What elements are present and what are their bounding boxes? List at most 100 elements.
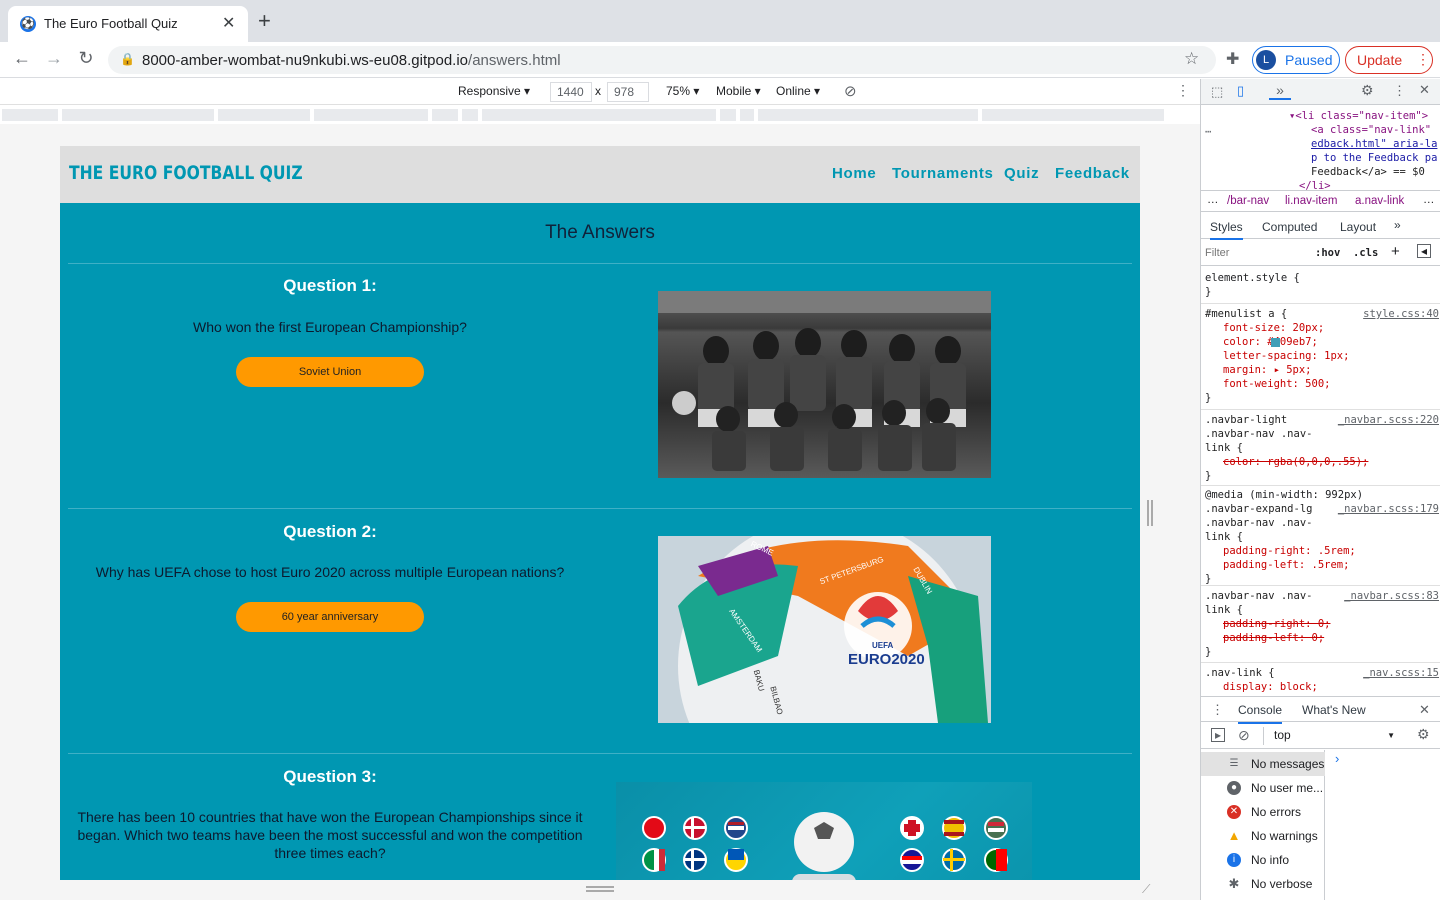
rule-selector[interactable]: .navbar-light .navbar-nav .nav-link { [1205,414,1312,454]
url-text[interactable]: 8000-amber-wombat-nu9nkubi.ws-eu08.gitpo… [142,52,561,69]
zoom-dropdown[interactable]: 75% ▾ [666,84,699,98]
answer-1-button[interactable]: Soviet Union [236,357,424,387]
ruler-segment[interactable] [720,109,738,121]
ruler-segment[interactable] [982,109,1166,121]
back-arrow-icon[interactable]: ← [10,48,34,69]
dom-line[interactable]: ▾<li class="nav-item"> [1289,109,1428,123]
devtools-menu-icon[interactable]: ⋮ [1393,83,1406,99]
breadcrumb-item[interactable]: … [1207,194,1219,206]
console-settings-icon[interactable]: ⚙ [1417,726,1430,743]
rule-source-link[interactable]: _nav.scss:15 [1363,666,1439,680]
rule-selector[interactable]: .nav-link { [1205,667,1275,679]
console-filter-warnings[interactable]: ▲ No warnings [1201,824,1325,848]
clear-console-icon[interactable]: ⊘ [1238,727,1250,744]
css-prop-overridden[interactable]: padding-left: 0; [1205,631,1439,645]
styles-filter-input[interactable] [1205,244,1305,262]
console-prompt-icon[interactable]: › [1335,751,1339,766]
dom-line[interactable]: edback.html" aria-la [1311,137,1437,151]
close-devtools-icon[interactable]: ✕ [1419,82,1430,98]
css-prop[interactable]: font-size: 20px; [1205,321,1439,335]
forward-arrow-icon[interactable]: → [42,48,66,69]
css-prop[interactable]: letter-spacing: 1px; [1205,349,1439,363]
profile-paused-button[interactable]: L Paused [1252,46,1340,74]
rule-source-link[interactable]: _navbar.scss:83 [1344,589,1439,603]
width-input[interactable]: 1440 [550,82,592,102]
css-prop[interactable]: margin: ▸ 5px; [1205,363,1439,377]
ruler-segment[interactable] [758,109,980,121]
css-prop[interactable]: display: block; [1205,680,1439,694]
new-tab-button[interactable]: + [258,10,271,32]
resize-handle-right[interactable] [1147,500,1153,526]
nav-quiz[interactable]: Quiz [1004,165,1039,182]
bookmark-star-icon[interactable]: ☆ [1184,49,1199,69]
rule-selector[interactable]: .navbar-expand-lg .navbar-nav .nav-link … [1205,502,1321,544]
ruler-segment[interactable] [2,109,60,121]
css-prop[interactable]: font-weight: 500; [1205,377,1439,391]
dom-line[interactable]: p to the Feedback pa [1311,151,1437,165]
rule-source-link[interactable]: _navbar.scss:179 [1338,502,1439,516]
ruler-segment[interactable] [740,109,756,121]
device-type-dropdown[interactable]: Mobile ▾ [716,84,761,98]
element-style-rule[interactable]: element.style { [1205,271,1439,285]
resize-handle-bottom[interactable] [586,886,614,892]
site-brand[interactable]: THE EURO FOOTBALL QUIZ [69,162,303,184]
cls-toggle[interactable]: .cls [1353,247,1378,259]
tab-whats-new[interactable]: What's New [1302,703,1366,717]
reload-icon[interactable]: ↻ [74,48,98,69]
tab-computed[interactable]: Computed [1262,220,1317,234]
ruler-segment[interactable] [314,109,430,121]
rotate-icon[interactable]: ⊘ [844,82,857,100]
breadcrumb-item[interactable]: li.nav-item [1285,195,1337,207]
tab-layout[interactable]: Layout [1340,220,1376,234]
ruler-segment[interactable] [462,109,480,121]
breadcrumb-item[interactable]: /bar-nav [1227,195,1269,207]
rule-source-link[interactable]: _navbar.scss:220 [1338,413,1439,427]
responsive-dropdown[interactable]: Responsive ▾ [458,84,530,98]
tab-console[interactable]: Console [1238,703,1283,724]
inspect-element-icon[interactable]: ⬚ [1211,84,1223,100]
breadcrumb-item[interactable]: … [1423,194,1435,206]
tab-styles[interactable]: Styles [1210,220,1243,240]
tab-more[interactable]: » [1394,218,1401,232]
css-prop[interactable]: padding-left: .5rem; [1205,558,1439,572]
hov-toggle[interactable]: :hov [1315,247,1340,259]
ruler-segment[interactable] [62,109,216,121]
drawer-menu-icon[interactable]: ⋮ [1211,702,1224,718]
css-prop-overridden[interactable]: padding-right: 0; [1205,617,1439,631]
dom-line[interactable]: <a class="nav-link" [1311,123,1431,137]
more-tabs-icon[interactable]: » [1269,82,1291,100]
ruler-segment[interactable] [218,109,312,121]
nav-feedback[interactable]: Feedback [1055,165,1130,182]
console-filter-info[interactable]: i No info [1201,848,1325,872]
css-prop-overridden[interactable]: color: rgba(0,0,0,.55); [1205,455,1439,469]
network-throttle-dropdown[interactable]: Online ▾ [776,84,820,98]
extensions-puzzle-icon[interactable]: ✚ [1226,49,1239,69]
breadcrumb-item[interactable]: a.nav-link [1355,195,1404,207]
address-bar[interactable]: 🔒 8000-amber-wombat-nu9nkubi.ws-eu08.git… [108,46,1216,74]
ruler-segment[interactable] [482,109,718,121]
css-prop[interactable]: padding-right: .5rem; [1205,544,1439,558]
rule-selector[interactable]: .navbar-nav .nav-link { [1205,589,1321,617]
more-options-icon[interactable]: ⋮ [1176,82,1190,99]
close-drawer-icon[interactable]: ✕ [1419,702,1430,718]
nav-tournaments[interactable]: Tournaments [892,165,994,182]
ruler-segment[interactable] [432,109,460,121]
new-rule-icon[interactable]: + [1391,243,1400,260]
context-selector[interactable]: top ▼ [1263,727,1399,745]
settings-gear-icon[interactable]: ⚙ [1361,82,1374,99]
console-filter-errors[interactable]: ✕ No errors [1201,800,1325,824]
console-filter-verbose[interactable]: ✱ No verbose [1201,872,1325,896]
height-input[interactable]: 978 [607,82,649,102]
tab-close-icon[interactable]: ✕ [222,13,235,33]
resize-corner-icon[interactable]: ⟋ [1142,882,1150,897]
nav-home[interactable]: Home [832,165,876,182]
toggle-sidebar-icon[interactable]: ◂ [1417,244,1431,258]
color-swatch-icon[interactable] [1271,338,1280,347]
device-toggle-icon[interactable]: ▯ [1237,83,1244,99]
console-filter-messages[interactable]: ☰ No messages [1201,752,1325,776]
rule-selector[interactable]: #menulist a { [1205,308,1287,320]
rule-source-link[interactable]: style.css:40 [1363,307,1439,321]
answer-2-button[interactable]: 60 year anniversary [236,602,424,632]
ellipsis-icon[interactable]: ⋯ [1205,125,1211,139]
update-button[interactable]: Update ⋮ [1345,46,1433,74]
